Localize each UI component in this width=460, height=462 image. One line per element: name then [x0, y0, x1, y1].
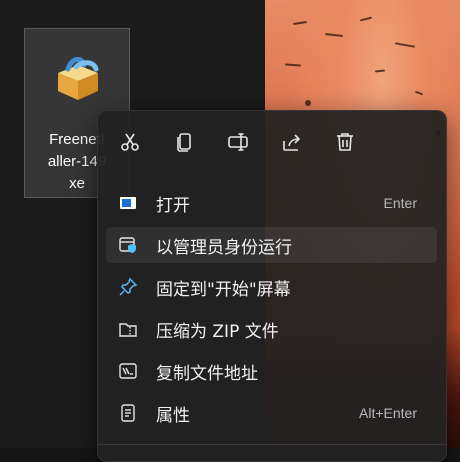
menu-item-label: 打开 — [156, 195, 190, 216]
menu-item-run-as-admin[interactable]: 以管理员身份运行 — [106, 227, 437, 263]
delete-icon — [337, 133, 353, 151]
copy-icon — [177, 133, 191, 152]
menu-item-label: 固定到"开始"屏幕 — [156, 279, 291, 300]
cut-button[interactable] — [115, 127, 145, 157]
menu-item-pin-to-start[interactable]: 固定到"开始"屏幕 — [106, 269, 437, 305]
context-menu: 打开 Enter 以管理员身份运行 固定到"开始"屏幕 压缩为 ZIP 文件 复… — [97, 110, 447, 462]
menu-item-shortcut: Alt+Enter — [359, 405, 417, 421]
copy-button[interactable] — [170, 127, 200, 157]
menu-item-compress-zip[interactable]: 压缩为 ZIP 文件 — [106, 311, 437, 347]
zip-folder-icon — [119, 323, 137, 337]
share-button[interactable] — [277, 127, 307, 157]
menu-separator — [98, 444, 446, 445]
menu-item-open[interactable]: 打开 Enter — [106, 185, 437, 221]
delete-button[interactable] — [330, 127, 360, 157]
pin-icon — [119, 277, 138, 296]
menu-item-copy-path[interactable]: 复制文件地址 — [106, 353, 437, 389]
copy-path-icon — [119, 363, 137, 379]
menu-toolbar — [98, 127, 446, 161]
menu-item-shortcut: Enter — [383, 195, 417, 211]
rename-button[interactable] — [223, 127, 253, 157]
open-icon — [120, 197, 136, 209]
share-icon — [283, 134, 301, 151]
menu-item-label: 属性 — [156, 405, 190, 426]
menu-item-label: 复制文件地址 — [156, 363, 258, 384]
cut-icon — [121, 133, 139, 151]
run-as-admin-icon — [119, 237, 136, 253]
menu-item-label: 以管理员身份运行 — [156, 237, 292, 258]
installer-package-icon — [58, 57, 99, 100]
rename-icon — [228, 133, 248, 151]
properties-icon — [121, 404, 135, 422]
menu-item-properties[interactable]: 属性 Alt+Enter — [106, 395, 437, 431]
menu-item-label: 压缩为 ZIP 文件 — [156, 321, 279, 342]
